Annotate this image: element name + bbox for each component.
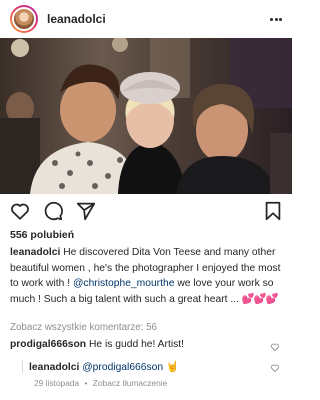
post-photo[interactable] xyxy=(0,38,292,194)
comment-icon[interactable] xyxy=(42,200,64,222)
comment-username[interactable]: prodigal666son xyxy=(10,339,86,350)
reply-emoji: 🤘 xyxy=(165,362,179,373)
avatar[interactable] xyxy=(10,5,38,33)
reply-like-heart-icon[interactable] xyxy=(270,363,280,373)
post-photo-illustration xyxy=(0,38,292,194)
heart-icon[interactable] xyxy=(9,200,31,222)
bookmark-icon[interactable] xyxy=(262,200,284,222)
more-horizontal-icon[interactable] xyxy=(270,13,282,25)
post-meta: 29 listopada • Zobacz tłumaczenie xyxy=(34,378,167,388)
post-caption: leanadolci He discovered Dita Von Teese … xyxy=(10,245,288,307)
meta-separator: • xyxy=(84,378,88,388)
caption-hearts: 💕💕💕 xyxy=(241,293,278,305)
reply-username[interactable]: leanadolci xyxy=(29,362,79,373)
post-author-username[interactable]: leanadolci xyxy=(47,12,106,26)
send-icon[interactable] xyxy=(75,200,97,222)
post-actions xyxy=(0,198,292,226)
post-date: 29 listopada xyxy=(34,378,80,388)
avatar-image xyxy=(12,7,36,31)
comment-text: He is gudd he! Artist! xyxy=(88,339,184,350)
reply-item: leanadolci @prodigal666son 🤘 xyxy=(22,360,179,373)
reply-mention[interactable]: @prodigal666son xyxy=(82,362,163,373)
view-all-comments-link[interactable]: Zobacz wszystkie komentarze: 56 xyxy=(10,322,157,333)
caption-mention[interactable]: @christophe_mourthe xyxy=(73,278,174,289)
comment-like-heart-icon[interactable] xyxy=(270,342,280,352)
see-translation-link[interactable]: Zobacz tłumaczenie xyxy=(93,378,167,388)
caption-username[interactable]: leanadolci xyxy=(10,247,60,258)
likes-count[interactable]: 556 polubień xyxy=(10,229,74,241)
post-header: leanadolci xyxy=(0,0,292,38)
comment-item: prodigal666son He is gudd he! Artist! xyxy=(10,339,184,350)
